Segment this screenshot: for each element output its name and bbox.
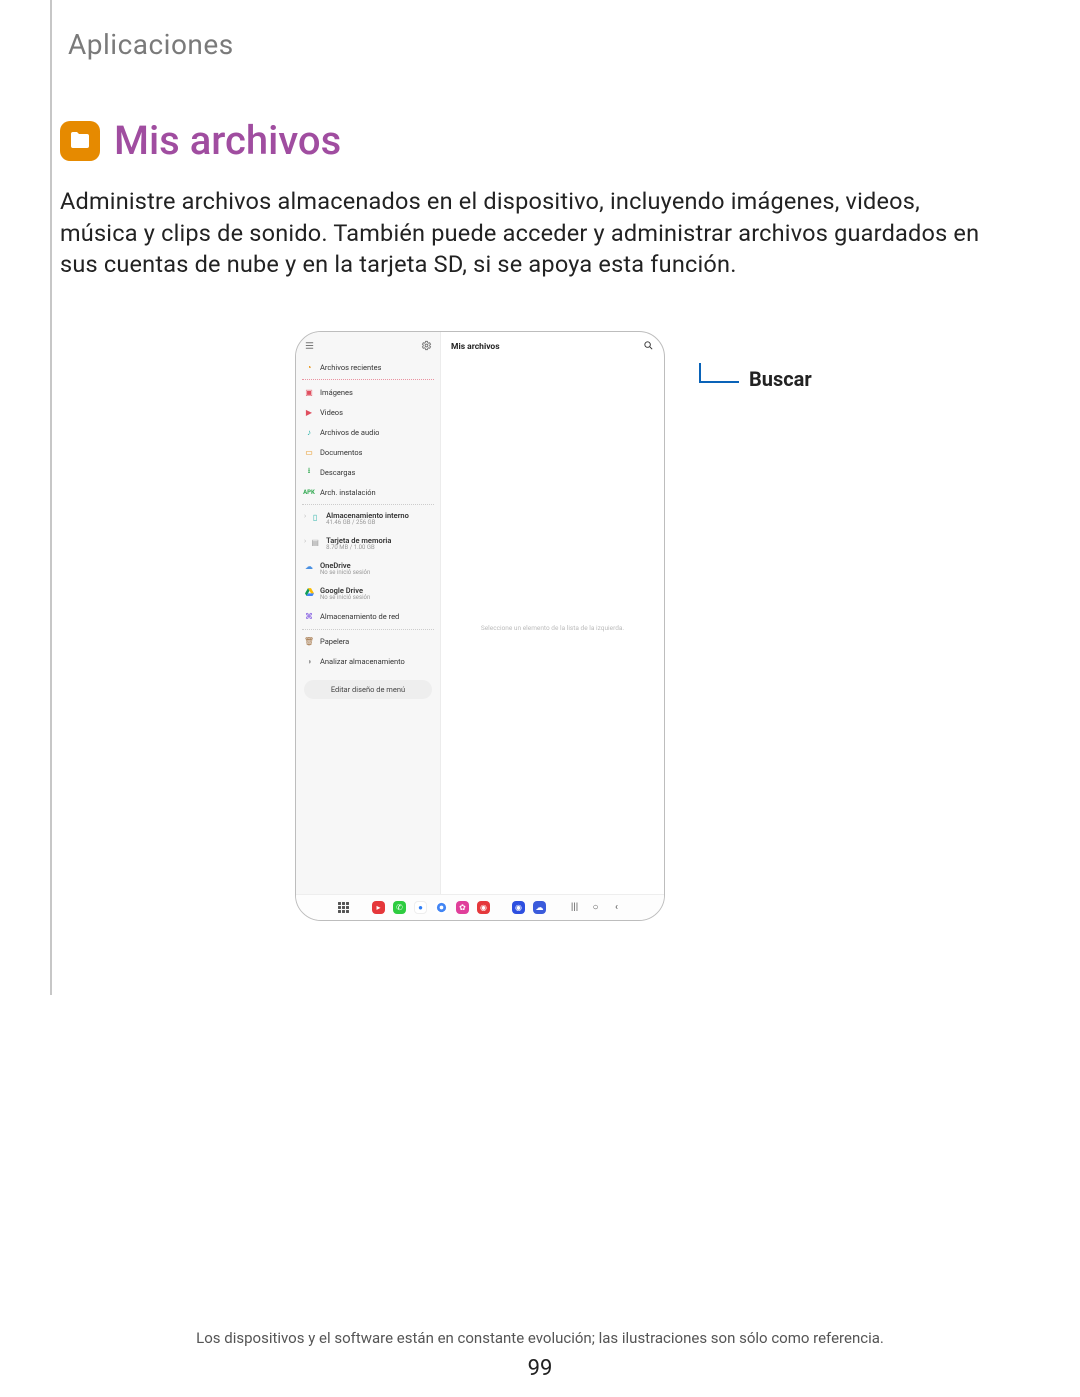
sidebar-item-label: Archivos recientes <box>320 363 381 372</box>
sidebar-item-label: Documentos <box>320 448 362 457</box>
tablet-frame: ◔ Archivos recientes ▣ Imágenes ▶ Videos… <box>295 331 665 921</box>
taskbar-chrome-icon[interactable] <box>435 901 448 914</box>
taskbar-recent-app-icon[interactable]: ☁ <box>533 901 546 914</box>
clock-icon: ◔ <box>304 362 314 372</box>
divider <box>302 379 434 380</box>
sidebar-item-sublabel: 8.70 MB / 1.00 GB <box>326 545 391 552</box>
apk-icon: APK <box>304 487 314 497</box>
page-title: Mis archivos <box>114 117 341 164</box>
description-text: Administre archivos almacenados en el di… <box>60 186 1000 281</box>
sidebar-item-sublabel: No se inició sesión <box>320 570 370 577</box>
network-icon: ⌘ <box>304 612 314 622</box>
device-illustration: Buscar ◔ Archivos recientes ▣ <box>295 331 775 921</box>
taskbar-gallery-icon[interactable]: ✿ <box>456 901 469 914</box>
vertical-rule <box>50 0 52 995</box>
footer-note: Los dispositivos y el software están en … <box>0 1329 1080 1347</box>
sidebar-item-label: Arch. instalación <box>320 488 376 497</box>
sidebar-item-documents[interactable]: ▭ Documentos <box>296 442 440 462</box>
sidebar-item-sublabel: No se inició sesión <box>320 595 370 602</box>
empty-state-hint: Seleccione un elemento de la lista de la… <box>441 362 664 894</box>
sidebar-item-label: Imágenes <box>320 388 353 397</box>
section-title: Mis archivos <box>60 117 1020 164</box>
main-header: Mis archivos <box>441 332 664 362</box>
sidebar-item-images[interactable]: ▣ Imágenes <box>296 382 440 402</box>
sidebar-item-videos[interactable]: ▶ Videos <box>296 402 440 422</box>
taskbar-phone-icon[interactable]: ✆ <box>393 901 406 914</box>
document-icon: ▭ <box>304 447 314 457</box>
callout-label-search: Buscar <box>749 367 812 391</box>
apps-grid-icon[interactable] <box>337 901 350 914</box>
sidebar-item-internal-storage[interactable]: › ▯ Almacenamiento interno 41.46 GB / 25… <box>296 507 440 532</box>
sidebar-item-network[interactable]: ⌘ Almacenamiento de red <box>296 607 440 627</box>
sidebar-item-sdcard[interactable]: › ▤ Tarjeta de memoria 8.70 MB / 1.00 GB <box>296 532 440 557</box>
sidebar-item-downloads[interactable]: ⭳ Descargas <box>296 462 440 482</box>
onedrive-icon: ☁ <box>304 562 314 572</box>
nav-back-icon[interactable]: ‹ <box>610 901 623 914</box>
sidebar-item-recent[interactable]: ◔ Archivos recientes <box>296 357 440 377</box>
sidebar-item-label: Analizar almacenamiento <box>320 657 405 666</box>
sidebar-item-audio[interactable]: ♪ Archivos de audio <box>296 422 440 442</box>
download-icon: ⭳ <box>304 467 314 477</box>
files-main-pane: Mis archivos Seleccione un elemento de l… <box>441 332 664 894</box>
sidebar-item-label: Videos <box>320 408 343 417</box>
chevron-right-icon: › <box>304 537 306 545</box>
callout-connector <box>699 381 739 383</box>
tablet-taskbar: ▸ ✆ ● ✿ ◉ ◉ ☁ ||| ○ ‹ <box>296 894 664 920</box>
app-content: ◔ Archivos recientes ▣ Imágenes ▶ Videos… <box>296 332 664 894</box>
taskbar-app-icon[interactable]: ▸ <box>372 901 385 914</box>
audio-icon: ♪ <box>304 427 314 437</box>
breadcrumb: Aplicaciones <box>68 28 1020 61</box>
sidebar-item-gdrive[interactable]: Google Drive No se inició sesión <box>296 582 440 607</box>
edit-layout-button[interactable]: Editar diseño de menú <box>304 680 432 699</box>
callout-connector <box>699 363 701 381</box>
files-sidebar: ◔ Archivos recientes ▣ Imágenes ▶ Videos… <box>296 332 441 894</box>
sidebar-item-label: Almacenamiento de red <box>320 612 399 621</box>
menu-icon[interactable] <box>304 340 315 353</box>
sidebar-item-apk[interactable]: APK Arch. instalación <box>296 482 440 502</box>
main-title: Mis archivos <box>451 342 500 352</box>
trash-icon: 🗑 <box>304 637 314 647</box>
sidebar-item-label: Archivos de audio <box>320 428 379 437</box>
nav-home-icon[interactable]: ○ <box>589 901 602 914</box>
googledrive-icon <box>304 587 314 597</box>
folder-icon <box>60 121 100 161</box>
sidebar-item-label: Papelera <box>320 637 349 646</box>
sidebar-item-sublabel: 41.46 GB / 256 GB <box>326 520 409 527</box>
sidebar-item-analyze[interactable]: ◑ Analizar almacenamiento <box>296 652 440 672</box>
divider <box>302 504 434 505</box>
taskbar-recent-app-icon[interactable]: ◉ <box>512 901 525 914</box>
divider <box>302 629 434 630</box>
settings-gear-icon[interactable] <box>421 340 432 353</box>
taskbar-messages-icon[interactable]: ● <box>414 901 427 914</box>
page-number: 99 <box>0 1356 1080 1381</box>
sidebar-item-label: Descargas <box>320 468 355 477</box>
analyze-icon: ◑ <box>304 657 314 667</box>
phone-icon: ▯ <box>310 512 320 522</box>
sidebar-item-onedrive[interactable]: ☁ OneDrive No se inició sesión <box>296 557 440 582</box>
sdcard-icon: ▤ <box>310 537 320 547</box>
sidebar-item-trash[interactable]: 🗑 Papelera <box>296 632 440 652</box>
nav-recents-icon[interactable]: ||| <box>568 901 581 914</box>
taskbar-camera-icon[interactable]: ◉ <box>477 901 490 914</box>
search-icon[interactable] <box>643 340 654 354</box>
image-icon: ▣ <box>304 387 314 397</box>
sidebar-topbar <box>296 332 440 357</box>
video-icon: ▶ <box>304 407 314 417</box>
page: Aplicaciones Mis archivos Administre arc… <box>0 0 1080 1397</box>
chevron-right-icon: › <box>304 512 306 520</box>
